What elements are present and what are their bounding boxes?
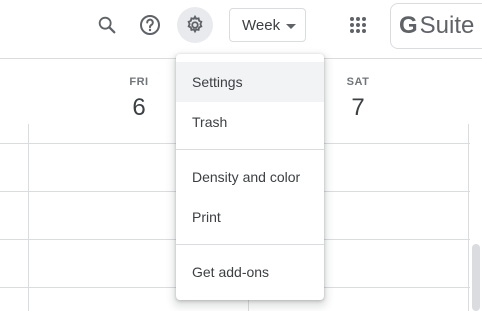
settings-menu: Settings Trash Density and color Print G…: [176, 54, 324, 300]
day-header-fri: FRI 6: [119, 76, 159, 122]
gsuite-logo[interactable]: G Suite: [390, 3, 482, 49]
day-number[interactable]: 7: [338, 94, 378, 122]
day-header-sat: SAT 7: [338, 76, 378, 122]
menu-divider: [176, 149, 324, 150]
search-icon: [98, 16, 116, 34]
dropdown-caret-icon: [286, 24, 296, 29]
scrollbar-thumb[interactable]: [472, 244, 480, 311]
day-name: FRI: [129, 76, 149, 88]
view-selector-value: Week: [242, 16, 281, 34]
menu-item-get-add-ons[interactable]: Get add-ons: [176, 252, 324, 292]
view-selector[interactable]: Week: [229, 8, 306, 42]
day-name: SAT: [346, 76, 370, 88]
apps-button[interactable]: [340, 7, 376, 43]
column-divider: [28, 124, 29, 311]
menu-item-print[interactable]: Print: [176, 197, 324, 237]
top-toolbar: Week G Suite: [0, 0, 482, 59]
gsuite-logo-letter: G: [399, 12, 418, 39]
column-divider: [468, 124, 469, 311]
gear-icon: [187, 14, 203, 34]
help-icon: [140, 15, 160, 35]
help-button[interactable]: [132, 7, 168, 43]
menu-divider: [176, 244, 324, 245]
menu-item-density-and-color[interactable]: Density and color: [176, 157, 324, 197]
apps-grid-icon: [350, 17, 366, 33]
menu-item-trash[interactable]: Trash: [176, 102, 324, 142]
search-button[interactable]: [89, 7, 125, 43]
day-number[interactable]: 6: [119, 94, 159, 122]
gsuite-logo-text: Suite: [419, 12, 475, 39]
menu-item-settings[interactable]: Settings: [176, 62, 324, 102]
settings-button[interactable]: [177, 7, 213, 43]
